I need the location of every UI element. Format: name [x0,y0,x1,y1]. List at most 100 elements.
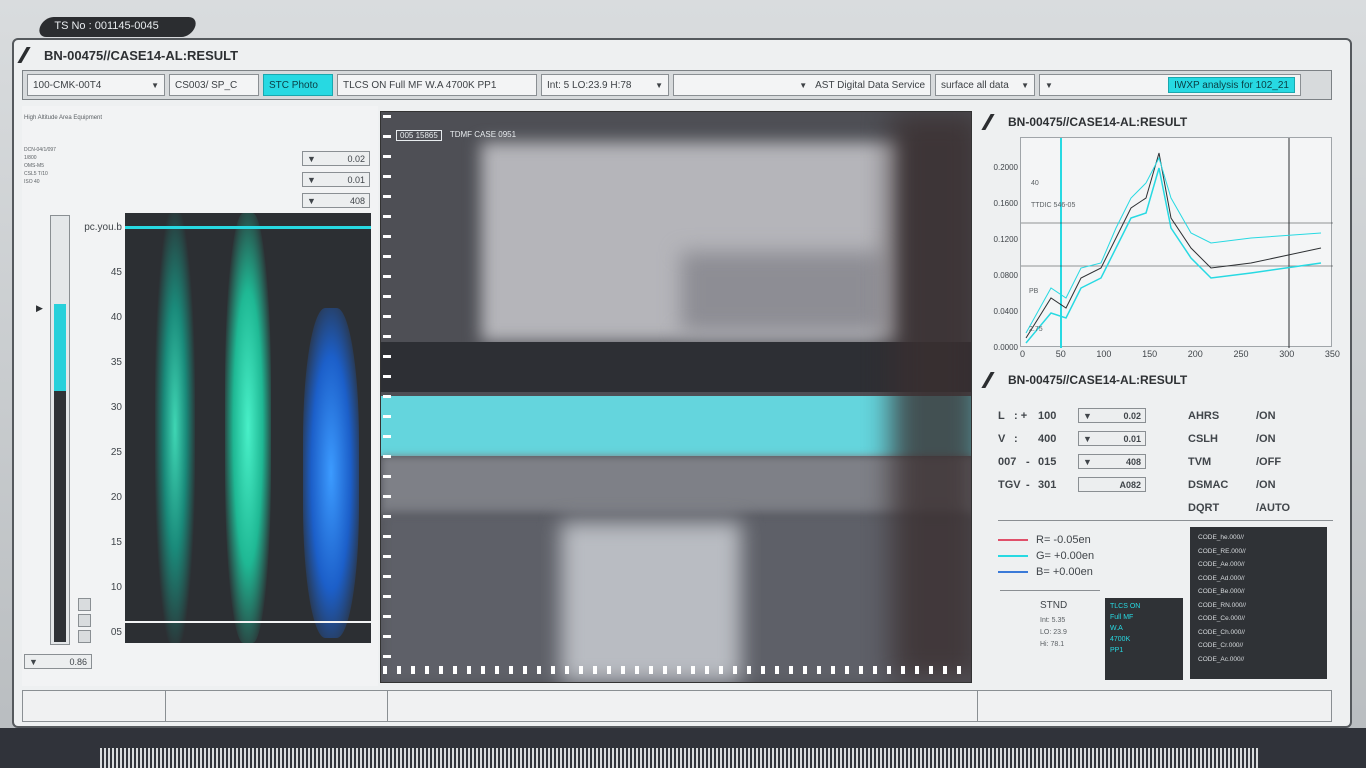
y-tick: 25 [110,447,122,458]
code-field[interactable]: CS003/ SP_C [169,74,259,96]
result-graph: 40 TTDIC 546-05 PB 2.75 [1020,137,1333,348]
system-key: TVM [1188,455,1212,468]
video-feed [380,111,972,683]
video-block [561,522,741,682]
series-cyan-2 [1025,156,1322,334]
readout-box[interactable]: ▼ 408 [1078,454,1146,469]
channel-legend: R= -0.05en G= +0.00en B= +0.00en [998,532,1094,580]
info-line: 1/800 [24,155,37,161]
tlcs-field[interactable]: TLCS ON Full MF W.A 4700K PP1 [337,74,537,96]
x-tick: 50 [1055,349,1066,359]
divider [998,520,1333,521]
code-line: CODE_he.000// [1198,534,1244,541]
info-line: DCN-04/1/097 [24,147,56,153]
spectrum-y-axis: pc.you.b 45 40 35 30 25 20 15 10 05 [84,215,124,645]
left-header: High Altitude Area Equipment [24,115,103,121]
stnd-box-line: TLCS ON [1110,603,1141,610]
code-field-value: CS003/ SP_C [175,79,238,91]
code-line: CODE_Ac.000// [1198,655,1245,663]
analysis-select[interactable]: ▼ IWXP analysis for 102_21 [1039,74,1301,96]
readout-value: 400 [1038,432,1057,445]
x-tick: 350 [1324,349,1340,359]
service-select[interactable]: ▼ AST Digital Data Service [673,74,931,96]
readout-header: BN-00475//CASE14-AL:RESULT [981,372,1187,388]
video-block [681,252,881,332]
stnd-line: Hi: 78.1 [1040,641,1065,648]
code-line: CODE_Be.000// [1198,588,1245,595]
readout-sep: : [1014,432,1018,445]
code-list: CODE_he.000// CODE_RE.000// CODE_Ae.000/… [1190,527,1327,679]
y-tick: 45 [110,267,122,278]
value-2: 0.01 [347,174,365,185]
graph-svg [1021,138,1333,348]
int-select[interactable]: Int: 5 LO:23.9 H:78 ▼ [541,74,669,96]
readout-box-value: 408 [1125,456,1141,467]
spectrum-band [155,213,195,643]
analysis-badge: IWXP analysis for 102_21 [1168,77,1295,93]
system-value: /ON [1256,432,1276,445]
y-tick: 0.1600 [993,199,1018,208]
readout-box[interactable]: ▼ 0.02 [1078,408,1146,423]
readout-box[interactable]: ▼ 0.01 [1078,431,1146,446]
readout-sep: - [1026,478,1030,491]
spectrum-top-line [125,226,371,229]
stc-photo-button[interactable]: STC Photo [263,74,333,96]
readout-box-value: 0.01 [1123,433,1141,444]
readout-list: L: + 100 ▼ 0.02 V: 400 ▼ 0.01 007-015 ▼ 408 TGV -… [998,404,1158,496]
readout-box-value: 0.02 [1123,410,1141,421]
info-lines: DCN-04/1/097 1/800 OMS-M5 CSL5 T/10 ISO … [24,146,56,186]
legend-swatch [998,539,1028,541]
dropdown-arrow-icon: ▼ [655,80,663,90]
stnd-box-line: Full MF [1110,614,1134,621]
code-line: CODE_RE.000// [1198,547,1246,555]
value-box-1[interactable]: ▼ 0.02 [302,151,370,166]
value-3: 408 [349,195,365,206]
bottom-stripe [100,748,1260,768]
y-tick: 0.0000 [993,343,1018,352]
readout-sep: : + [1014,409,1028,422]
readout-box-value: A082 [1119,479,1141,490]
value-box-3[interactable]: ▼ 408 [302,193,370,208]
bottom-bezel [0,728,1366,768]
system-key: DSMAC [1188,478,1229,491]
readout-box[interactable]: A082 [1078,477,1146,492]
y-tick: 0.0800 [993,271,1018,280]
code-line: CODE_Cr.000// [1198,642,1244,649]
system-row: CSLH/ON [1188,427,1318,450]
video-highlight-band [381,396,971,456]
stnd-box: TLCS ON Full MF W.A 4700K PP1 [1105,598,1183,680]
info-line: CSL5 T/10 [24,171,48,177]
level-slider[interactable] [50,215,70,645]
readout-row: L: + 100 ▼ 0.02 [998,404,1158,427]
divider [1000,590,1100,591]
code-line: CODE_Ae.000// [1198,561,1245,568]
surface-value: surface all data [941,79,1009,91]
dropdown-arrow-icon: ▼ [1083,433,1092,444]
surface-select[interactable]: surface all data ▼ [935,74,1035,96]
video-ticks-bottom [383,666,968,674]
system-key: AHRS [1188,409,1220,422]
system-row: AHRS/ON [1188,404,1318,427]
code-line: CODE_Ce.000// [1198,615,1245,622]
spectrum-bottom-line [125,621,371,623]
readout-key: L [998,409,1005,422]
y-tick: 40 [110,312,122,323]
info-line: ISO 40 [24,179,40,185]
stnd-line: Int: 5.35 [1040,617,1066,624]
system-value: /ON [1256,409,1276,422]
video-block [381,456,971,516]
y-tick: 15 [110,537,122,548]
stc-photo-label: STC Photo [269,79,318,91]
value-box-2[interactable]: ▼ 0.01 [302,172,370,187]
y-tick: 30 [110,402,122,413]
y-tick: 10 [110,582,122,593]
slider-fill [54,304,66,392]
bottom-value-box[interactable]: ▼ 0.86 [24,654,92,669]
status-cell [388,691,978,721]
mode-select[interactable]: 100-CMK-00T4 ▼ [27,74,165,96]
system-value: /OFF [1256,455,1282,468]
dropdown-arrow-icon: ▼ [1083,456,1092,467]
dropdown-arrow-icon: ▼ [1021,80,1029,90]
dropdown-arrow-icon: ▼ [307,153,316,164]
stnd-box-line: W.A [1110,625,1123,632]
